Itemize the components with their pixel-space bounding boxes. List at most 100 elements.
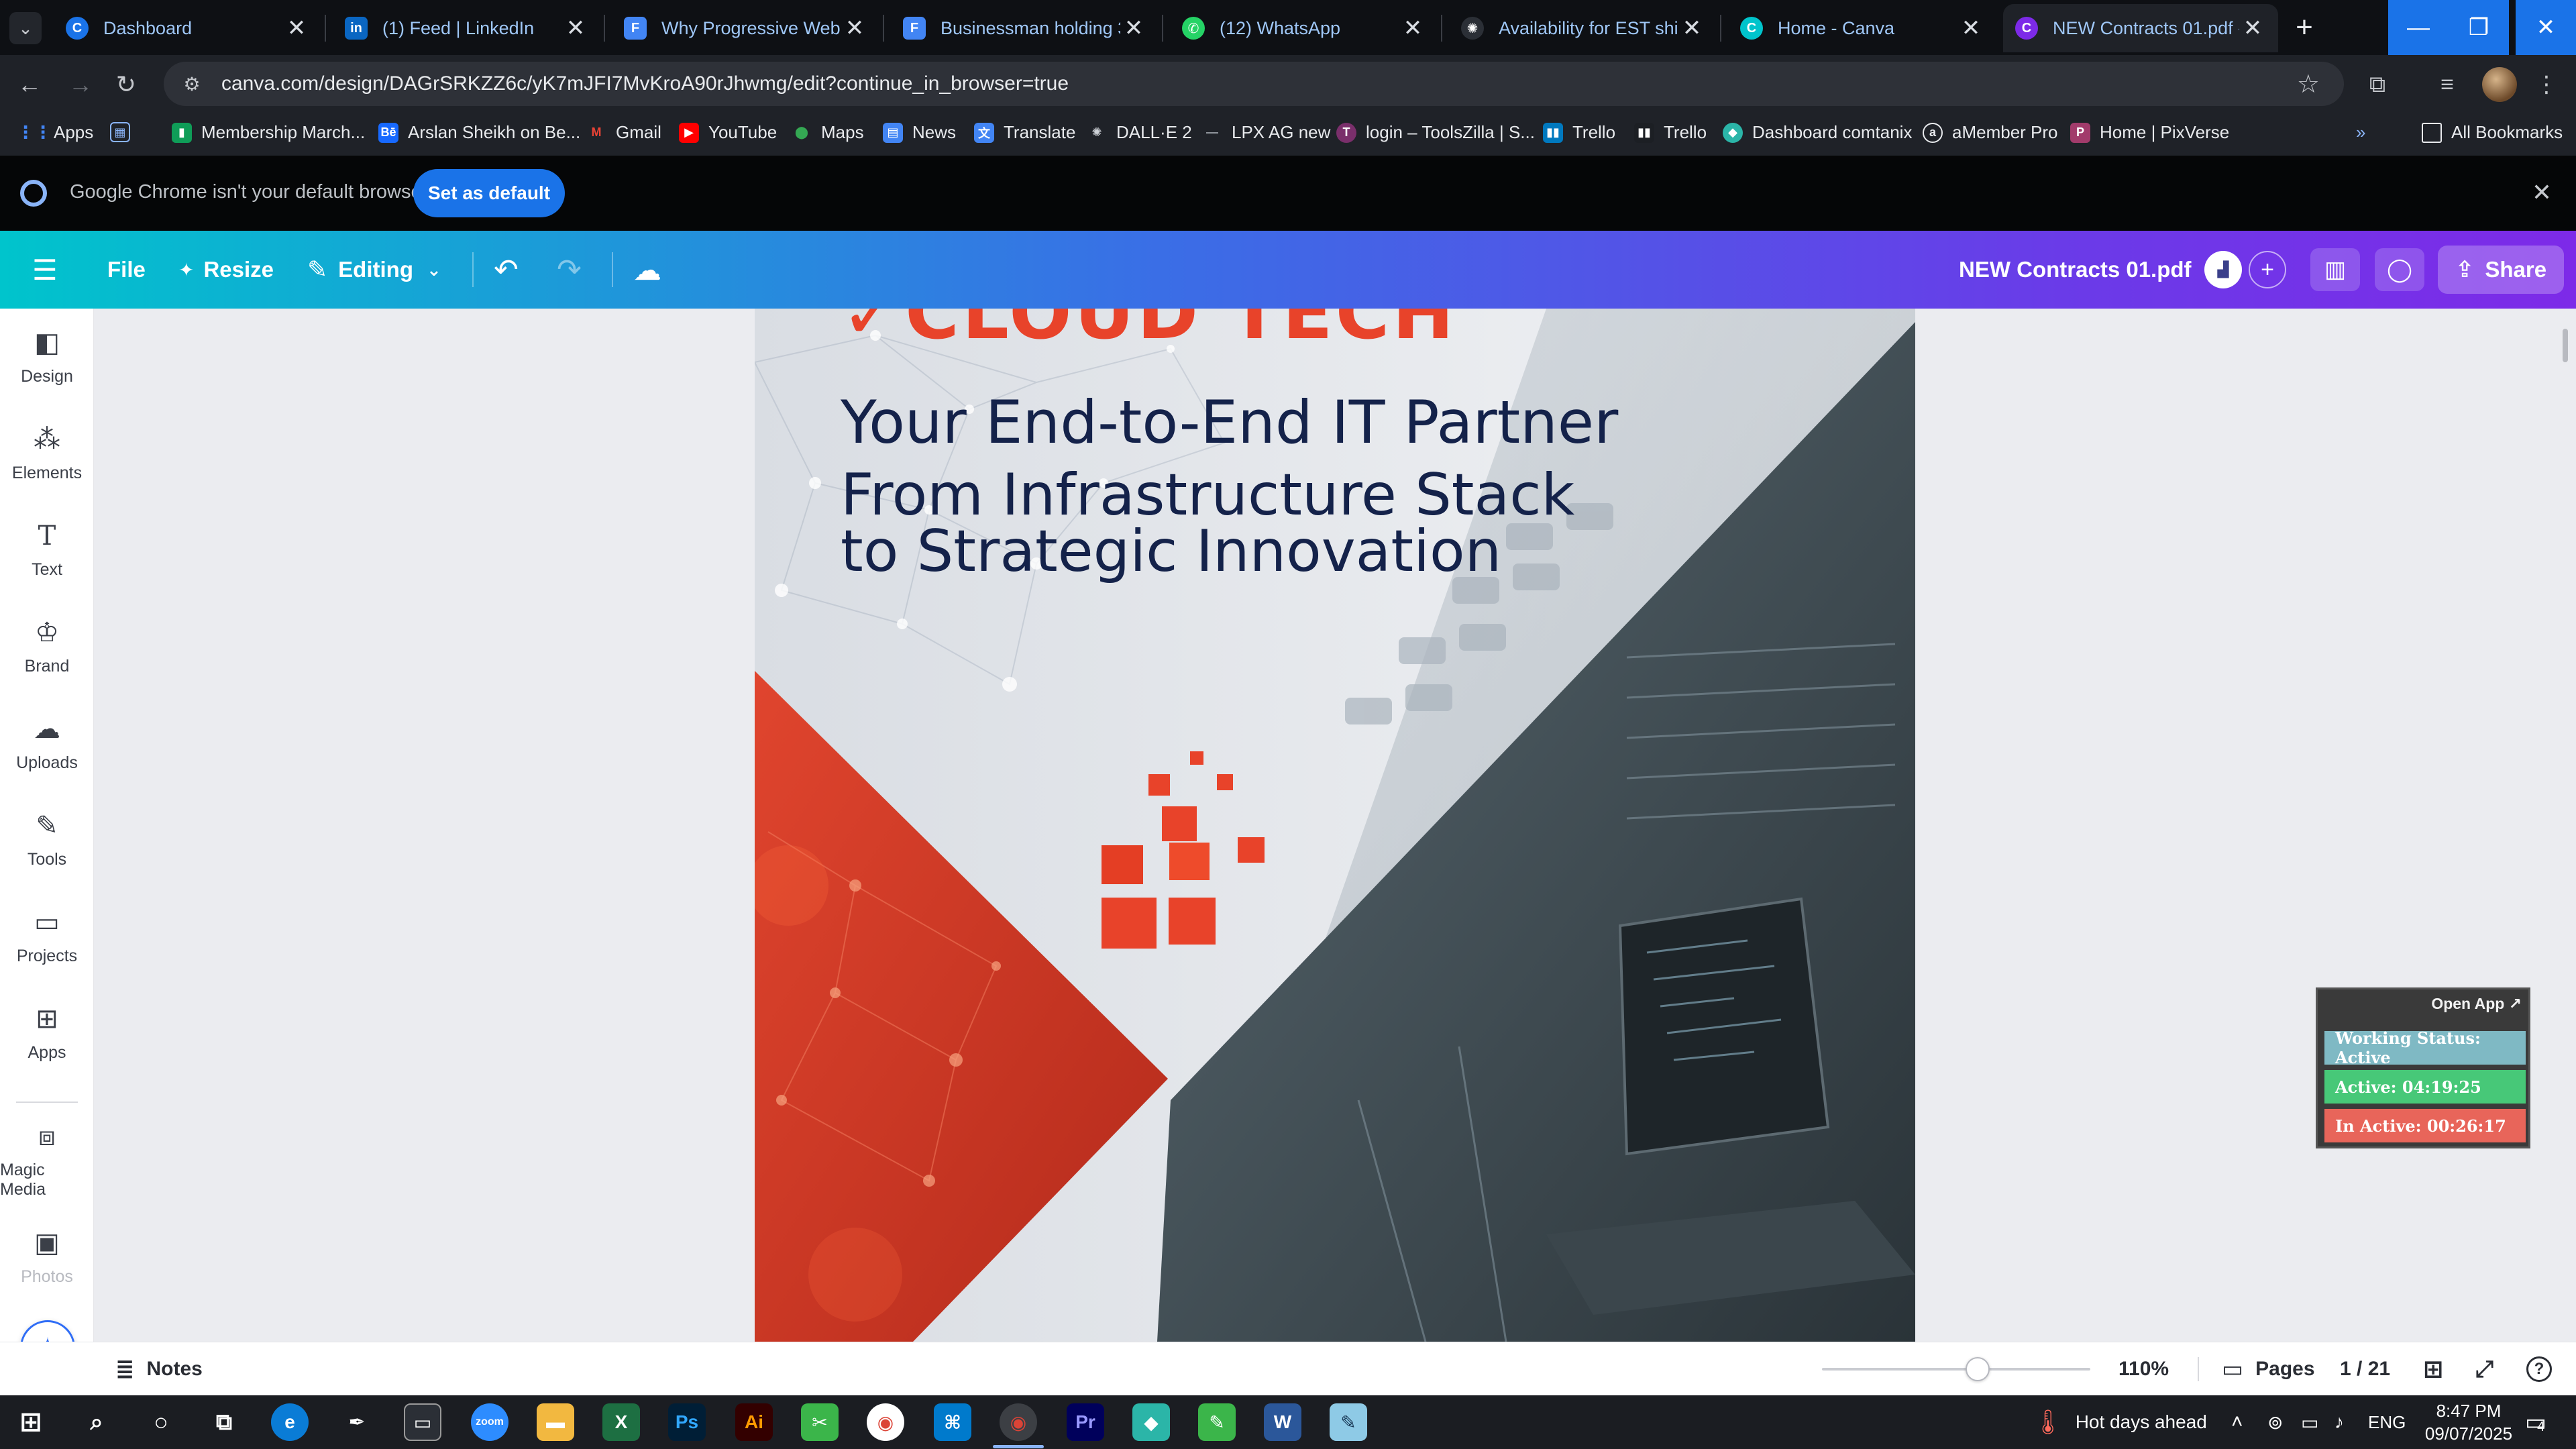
rail-brand[interactable]: ♔ Brand (0, 598, 94, 692)
weather-widget[interactable]: 🌡 Hot days ahead (2033, 1395, 2207, 1449)
close-tab-icon[interactable]: ✕ (2239, 15, 2266, 42)
close-tab-icon[interactable]: ✕ (841, 15, 868, 42)
vertical-scrollbar[interactable] (2563, 329, 2568, 362)
media-controls-icon[interactable]: ≡ (2430, 67, 2465, 102)
site-info-icon[interactable]: ⚙ (180, 72, 204, 96)
bookmark-maps[interactable]: ⬤ Maps (792, 122, 864, 143)
tab-whatsapp[interactable]: ✆ (12) WhatsApp ✕ (1170, 4, 1438, 52)
close-tab-icon[interactable]: ✕ (1399, 15, 1426, 42)
language-indicator[interactable]: ENG (2368, 1395, 2406, 1449)
tab-businessman[interactable]: F Businessman holding 3d ✕ (891, 4, 1159, 52)
editing-mode-dropdown[interactable]: ✎ Editing ⌄ (307, 231, 441, 309)
cloud-save-icon[interactable]: ☁ (633, 231, 661, 309)
hamburger-menu-icon[interactable]: ☰ (32, 231, 58, 309)
tab-new-contracts[interactable]: C NEW Contracts 01.pdf - 8 ✕ (2003, 4, 2278, 52)
insights-chart-icon[interactable]: ▥ (2310, 248, 2360, 291)
network-icon[interactable]: ⊚ (2267, 1395, 2283, 1449)
close-tab-icon[interactable]: ✕ (1678, 15, 1705, 42)
design-page[interactable]: ✓CLOUD TECH Your End-to-End IT Partner F… (755, 309, 1915, 1342)
forward-arrow-icon[interactable]: → (62, 66, 99, 103)
snipping-green-icon[interactable]: ✂ (801, 1403, 839, 1441)
bookmark-youtube[interactable]: ▶ YouTube (679, 122, 777, 143)
zoom-level[interactable]: 110% (2118, 1342, 2169, 1396)
chrome-icon[interactable]: ◉ (867, 1403, 904, 1441)
word-icon[interactable]: W (1264, 1403, 1301, 1441)
document-title[interactable]: NEW Contracts 01.pdf (1959, 231, 2192, 309)
share-button[interactable]: ⇪ Share (2438, 246, 2564, 294)
task-view-icon[interactable]: ⧉ (205, 1403, 243, 1441)
bookmark-trello-1[interactable]: ▮▮ Trello (1543, 122, 1615, 143)
bookmark-trello-2[interactable]: ▮▮ Trello (1634, 122, 1707, 143)
bookmark-star-icon[interactable]: ☆ (2297, 69, 2320, 99)
close-tab-icon[interactable]: ✕ (562, 15, 589, 42)
close-tab-icon[interactable]: ✕ (283, 15, 310, 42)
chrome-menu-icon[interactable]: ⋮ (2529, 67, 2564, 102)
terminal-icon[interactable]: ▭ (404, 1403, 441, 1441)
clock[interactable]: 8:47 PM 09/07/2025 (2422, 1399, 2516, 1445)
minimize-button[interactable]: — (2388, 0, 2449, 55)
rail-tools[interactable]: ✎ Tools (0, 792, 94, 885)
green-tool-icon[interactable]: ✎ (1198, 1403, 1236, 1441)
notepad-icon[interactable]: ✎ (1330, 1403, 1367, 1441)
edge-icon[interactable]: e (271, 1403, 309, 1441)
all-bookmarks-folder[interactable]: All Bookmarks (2422, 122, 2563, 143)
more-bookmarks-chevron-icon[interactable]: » (2356, 122, 2365, 143)
notes-button[interactable]: ≣ Notes (115, 1342, 203, 1396)
profile-avatar[interactable] (2482, 67, 2517, 102)
reload-icon[interactable]: ↻ (107, 66, 145, 103)
display-icon[interactable]: ▭ (2301, 1395, 2318, 1449)
close-tab-icon[interactable]: ✕ (1957, 15, 1984, 42)
rail-apps[interactable]: ⊞ Apps (0, 985, 94, 1079)
restore-button[interactable]: ❐ (2449, 0, 2509, 55)
fullscreen-icon[interactable]: ⤢ (2475, 1342, 2493, 1396)
tab-progressive-web-app[interactable]: F Why Progressive Web Ap ✕ (612, 4, 880, 52)
pen-icon[interactable]: ✒ (338, 1403, 376, 1441)
page-subheadline[interactable]: From Infrastructure Stack to Strategic I… (841, 466, 1574, 580)
cortana-icon[interactable]: ○ (142, 1403, 180, 1441)
chrome-active-icon[interactable]: ◉ (1000, 1403, 1037, 1441)
bookmark-pixverse[interactable]: P Home | PixVerse (2070, 122, 2229, 143)
notification-center-icon[interactable]: ▭ 4 (2525, 1395, 2546, 1449)
premiere-icon[interactable]: Pr (1067, 1403, 1104, 1441)
diamond-app-icon[interactable]: ◆ (1132, 1403, 1170, 1441)
rail-photos[interactable]: ▣ Photos (0, 1209, 94, 1303)
tab-linkedin[interactable]: in (1) Feed | LinkedIn ✕ (333, 4, 601, 52)
search-icon[interactable]: ⌕ (78, 1403, 115, 1441)
team-avatar[interactable]: ▟ (2204, 251, 2242, 288)
open-app-link[interactable]: Open App ↗ (2431, 995, 2522, 1013)
bookmark-dalle[interactable]: ✺ DALL·E 2 (1087, 122, 1191, 143)
set-as-default-button[interactable]: Set as default (413, 169, 565, 217)
bookmark-lpx[interactable]: — LPX AG new (1202, 122, 1330, 143)
pages-button[interactable]: ▭ Pages (2222, 1342, 2315, 1396)
bookmark-grid[interactable]: ▦ (110, 122, 140, 142)
tab-home-canva[interactable]: C Home - Canva ✕ (1728, 4, 1996, 52)
grid-view-icon[interactable]: ⊞ (2423, 1342, 2443, 1396)
bookmark-translate[interactable]: 文 Translate (974, 122, 1075, 143)
close-window-button[interactable]: ✕ (2516, 0, 2576, 55)
help-icon[interactable]: ? (2526, 1342, 2552, 1396)
extensions-icon[interactable]: ⧉ (2360, 67, 2395, 102)
new-tab-button[interactable]: + (2286, 9, 2322, 46)
show-hidden-icons-chevron-icon[interactable]: ˄ (2231, 1395, 2243, 1449)
rail-uploads[interactable]: ☁ Uploads (0, 695, 94, 789)
close-tab-icon[interactable]: ✕ (1120, 15, 1147, 42)
bookmark-gmail[interactable]: M Gmail (586, 122, 661, 143)
bookmark-toolszilla[interactable]: T login – ToolsZilla | S... (1336, 122, 1535, 143)
zoom-slider-thumb[interactable] (1966, 1357, 1990, 1381)
zoom-slider-track[interactable] (1822, 1368, 2090, 1371)
redo-icon[interactable]: ↷ (557, 231, 582, 309)
address-bar[interactable]: ⚙ canva.com/design/DAGrSRKZZ6c/yK7mJFI7M… (164, 62, 2344, 106)
zoom-icon[interactable]: zoom (471, 1403, 508, 1441)
resize-menu[interactable]: ✦ Resize (178, 231, 274, 309)
bookmark-comtanix[interactable]: ◆ Dashboard comtanix (1723, 122, 1912, 143)
bookmark-membership[interactable]: ▮ Membership March... (172, 122, 365, 143)
tab-search-button[interactable]: ⌄ (9, 12, 42, 44)
back-arrow-icon[interactable]: ← (11, 66, 48, 103)
tab-availability[interactable]: ✺ Availability for EST shift ✕ (1449, 4, 1717, 52)
rail-magic-media[interactable]: ⧈ Magic Media (0, 1112, 94, 1206)
volume-icon[interactable]: ♪ (2334, 1395, 2344, 1449)
file-explorer-icon[interactable]: ▬ (537, 1403, 574, 1441)
undo-icon[interactable]: ↶ (494, 231, 519, 309)
rail-elements[interactable]: ⁂ Elements (0, 405, 94, 499)
tab-dashboard[interactable]: C Dashboard ✕ (54, 4, 322, 52)
